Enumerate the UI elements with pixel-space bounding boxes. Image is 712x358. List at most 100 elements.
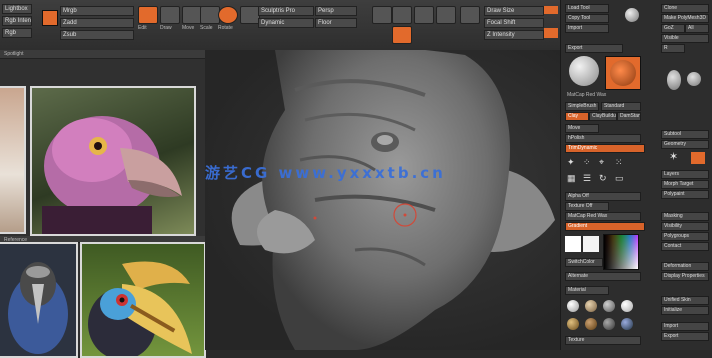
bottom-row-4[interactable]: Import xyxy=(661,322,709,331)
tool-row-2[interactable]: Import xyxy=(565,24,609,33)
zsub-toggle[interactable] xyxy=(544,28,558,38)
grid-icon[interactable]: ▦ xyxy=(567,174,576,183)
toolbar-field-3[interactable]: Mrgb xyxy=(60,6,134,16)
stroke-icon[interactable]: ✦ xyxy=(567,158,575,167)
texture-row-0[interactable]: Alpha Off xyxy=(565,192,641,201)
brush-row-6[interactable]: hPolish xyxy=(565,134,641,143)
material-icon-5[interactable] xyxy=(567,318,579,330)
toolbar-field-1[interactable]: Rgb Intensity xyxy=(2,16,32,26)
color-swatch-icon[interactable] xyxy=(42,10,58,26)
spray-icon[interactable]: ⁙ xyxy=(615,158,623,167)
subtool-panel-4[interactable]: Polypaint xyxy=(661,190,709,199)
subtool-panel-9[interactable]: Deformation xyxy=(661,262,709,271)
reference-photo-1[interactable] xyxy=(0,86,26,234)
lines-icon[interactable]: ☰ xyxy=(583,174,591,183)
brush-row-0[interactable]: SimpleBrush xyxy=(565,102,599,111)
subtool-highlight[interactable] xyxy=(691,152,705,164)
subtool-row-0[interactable]: Clone xyxy=(661,4,709,13)
bottom-row-0[interactable]: Material xyxy=(565,286,609,295)
brush-row-4[interactable]: DamStandard xyxy=(617,112,641,121)
scale-button[interactable] xyxy=(200,6,220,24)
bottom-row-5[interactable]: Export xyxy=(661,332,709,341)
star-icon[interactable]: ✶ xyxy=(669,152,678,163)
texture-row-2[interactable]: MatCap Red Wax xyxy=(565,212,641,221)
toolbar-field-12[interactable]: Z Intensity xyxy=(484,30,544,40)
texture-row-1[interactable]: Texture Off xyxy=(565,202,609,211)
subtool-panel-5[interactable]: Masking xyxy=(661,212,709,221)
subtool-thumb-icon[interactable] xyxy=(667,70,681,90)
subtool-row-5[interactable]: R xyxy=(661,44,685,53)
brush-row-2[interactable]: Clay xyxy=(565,112,589,121)
material-icon-4[interactable] xyxy=(621,300,633,312)
subtool-panel-10[interactable]: Display Properties xyxy=(661,272,709,281)
subtool-row-4[interactable]: Visible xyxy=(661,34,709,43)
brush-row-7[interactable]: TrimDynamic xyxy=(565,144,645,153)
toolbar-field-9[interactable]: Floor xyxy=(315,18,357,28)
move-button[interactable] xyxy=(182,6,202,24)
draw-button[interactable] xyxy=(160,6,180,24)
texture-row-4[interactable]: SwitchColor xyxy=(565,258,603,267)
material-icon-6[interactable] xyxy=(585,318,597,330)
tool-row-3[interactable]: Export xyxy=(565,44,623,53)
vulture-photo[interactable] xyxy=(30,86,196,236)
material-icon-2[interactable] xyxy=(585,300,597,312)
color-secondary-icon[interactable] xyxy=(583,236,599,252)
tool-row-1[interactable]: Copy Tool xyxy=(565,14,609,23)
rect-icon[interactable]: ▭ xyxy=(615,174,624,183)
frame-button[interactable] xyxy=(392,6,412,24)
toolbar-field-6[interactable]: Sculptris Pro xyxy=(258,6,314,16)
tool-row-0[interactable]: Load Tool xyxy=(565,4,609,13)
material-icon-1[interactable] xyxy=(567,300,579,312)
bottom-row-2[interactable]: Unified Skin xyxy=(661,296,709,305)
subtool-panel-1[interactable]: Geometry xyxy=(661,140,709,149)
subtool-thumb-icon-2[interactable] xyxy=(687,72,701,86)
texture-row-3[interactable]: Gradient xyxy=(565,222,645,231)
sculpt-viewport[interactable] xyxy=(205,50,560,350)
brush-sphere-icon[interactable] xyxy=(569,56,599,86)
texture-row-5[interactable]: Alternate xyxy=(565,272,641,281)
bottom-row-3[interactable]: Initialize xyxy=(661,306,709,315)
toolbar-field-10[interactable]: Draw Size xyxy=(484,6,544,16)
subtool-panel-3[interactable]: Morph Target xyxy=(661,180,709,189)
subtool-panel-2[interactable]: Layers xyxy=(661,170,709,179)
rotate-button[interactable] xyxy=(218,6,238,24)
material-icon-7[interactable] xyxy=(603,318,615,330)
hornbill-photo[interactable] xyxy=(80,242,206,358)
local-button[interactable] xyxy=(372,6,392,24)
bottom-row-1[interactable]: Texture xyxy=(565,336,641,345)
toolbar-field-8[interactable]: Persp xyxy=(315,6,357,16)
material-icon-8[interactable] xyxy=(621,318,633,330)
alpha-preview-icon[interactable] xyxy=(605,56,641,90)
subtool-panel-8[interactable]: Contact xyxy=(661,242,709,251)
dynamic-button[interactable] xyxy=(436,6,456,24)
drag-icon[interactable]: ⌖ xyxy=(599,158,604,167)
subtool-panel-6[interactable]: Visibility xyxy=(661,222,709,231)
reference-photo-3[interactable] xyxy=(0,242,78,358)
xpose-button[interactable] xyxy=(460,6,480,24)
edit-button[interactable] xyxy=(138,6,158,24)
color-main-icon[interactable] xyxy=(565,236,581,252)
toolbar-field-2[interactable]: Rgb xyxy=(2,28,32,38)
floor-button[interactable] xyxy=(392,26,412,44)
material-icon-3[interactable] xyxy=(603,300,615,312)
dots-icon[interactable]: ⁘ xyxy=(583,158,591,167)
toolbar-field-11[interactable]: Focal Shift xyxy=(484,18,544,28)
toolbar-field-0[interactable]: Lightbox xyxy=(2,4,32,14)
color-picker[interactable] xyxy=(603,234,639,270)
zadd-toggle[interactable] xyxy=(544,6,558,14)
sculptris-button[interactable] xyxy=(240,6,260,24)
subtool-panel-7[interactable]: Polygroups xyxy=(661,232,709,241)
toolbar-field-5[interactable]: Zsub xyxy=(60,30,134,40)
toolbar-field-7[interactable]: Dynamic xyxy=(258,18,314,28)
subtool-row-1[interactable]: Make PolyMesh3D xyxy=(661,14,709,23)
subtool-panel-0[interactable]: Subtool xyxy=(661,130,709,139)
subtool-row-2[interactable]: GoZ xyxy=(661,24,685,33)
persp-button[interactable] xyxy=(414,6,434,24)
material-sphere-icon[interactable] xyxy=(625,8,639,22)
subtool-row-3[interactable]: All xyxy=(685,24,709,33)
brush-row-3[interactable]: ClayBuildup xyxy=(589,112,617,121)
toolbar-field-4[interactable]: Zadd xyxy=(60,18,134,28)
rotate-icon[interactable]: ↻ xyxy=(599,174,607,183)
brush-row-1[interactable]: Standard xyxy=(601,102,641,111)
brush-row-5[interactable]: Move xyxy=(565,124,599,133)
